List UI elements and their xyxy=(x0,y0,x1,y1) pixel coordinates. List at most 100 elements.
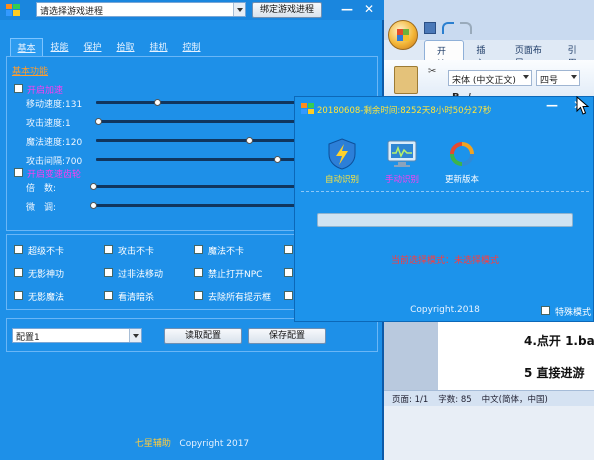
save-icon[interactable] xyxy=(424,22,436,34)
slider-label-magic: 魔法速度:120 xyxy=(26,138,83,148)
special-mode-checkbox[interactable] xyxy=(541,306,550,315)
undo-icon[interactable] xyxy=(442,22,454,34)
option-checkbox[interactable] xyxy=(194,245,203,254)
option-checkbox[interactable] xyxy=(104,268,113,277)
tab-skill[interactable]: 技能 xyxy=(43,38,76,56)
slider-label-interval: 攻击间隔:700 xyxy=(26,157,83,167)
word-tab-layout[interactable]: 页面布局 xyxy=(503,40,556,69)
shield-icon xyxy=(328,138,356,170)
chevron-down-icon[interactable] xyxy=(129,329,141,342)
option-checkbox[interactable] xyxy=(194,291,203,300)
tab-control[interactable]: 控制 xyxy=(175,38,208,56)
font-name-select[interactable]: 宋体 (中文正文) xyxy=(448,70,532,86)
special-mode-label: 特殊模式 xyxy=(555,308,592,318)
option-checkbox[interactable] xyxy=(284,245,293,254)
quick-access-toolbar xyxy=(424,22,472,36)
slider-handle[interactable] xyxy=(95,118,102,125)
enable-gear-checkbox[interactable] xyxy=(14,168,23,177)
auto-detect-button[interactable]: 自动识别 xyxy=(315,137,369,185)
config-select[interactable]: 配置1 xyxy=(12,328,142,343)
enable-speed-label: 开启加速 xyxy=(27,86,64,96)
option-label: 看清暗杀 xyxy=(118,293,155,303)
option-checkbox[interactable] xyxy=(14,268,23,277)
tab-idle[interactable]: 挂机 xyxy=(142,38,175,56)
tab-protect[interactable]: 保护 xyxy=(76,38,109,56)
status-page: 页面: 1/1 xyxy=(392,394,429,405)
app-logo-icon xyxy=(301,103,314,114)
option-checkbox[interactable] xyxy=(104,291,113,300)
slider-handle[interactable] xyxy=(90,202,97,209)
font-name-value: 宋体 (中文正文) xyxy=(452,76,516,86)
dialog-divider xyxy=(301,191,589,192)
option-checkbox[interactable] xyxy=(14,291,23,300)
mouse-cursor-icon xyxy=(576,96,590,115)
move-speed-slider[interactable] xyxy=(96,101,302,104)
slider-handle[interactable] xyxy=(246,137,253,144)
option-checkbox[interactable] xyxy=(14,245,23,254)
enable-speed-checkbox[interactable] xyxy=(14,84,23,93)
option-label: 无影神功 xyxy=(28,270,65,280)
word-tab-insert[interactable]: 插入 xyxy=(464,40,502,69)
redo-icon[interactable] xyxy=(460,22,472,34)
option-checkbox[interactable] xyxy=(284,268,293,277)
chevron-down-icon[interactable] xyxy=(233,3,245,16)
font-size-value: 四号 xyxy=(540,76,559,86)
font-size-select[interactable]: 四号 xyxy=(536,70,580,86)
office-button[interactable] xyxy=(388,20,418,50)
auto-detect-label: 自动识别 xyxy=(324,175,359,185)
word-ribbon-tabs: 开始 插入 页面布局 引用 xyxy=(424,40,594,70)
close-button[interactable]: ✕ xyxy=(362,3,376,15)
magic-speed-slider[interactable] xyxy=(96,139,302,142)
load-config-button[interactable]: 读取配置 xyxy=(164,328,242,344)
office-logo-icon xyxy=(397,29,409,41)
update-version-label: 更新版本 xyxy=(444,175,479,185)
paste-icon[interactable] xyxy=(394,66,418,94)
tab-basic[interactable]: 基本 xyxy=(10,38,43,56)
update-version-button[interactable]: 更新版本 xyxy=(435,137,489,185)
section-title: 基本功能 xyxy=(12,67,49,77)
save-config-button[interactable]: 保存配置 xyxy=(248,328,326,344)
option-checkbox[interactable] xyxy=(104,245,113,254)
slider-label-move: 移动速度:131 xyxy=(26,100,83,110)
footer-brand: 七星辅助 xyxy=(134,439,171,449)
gear-multiplier-slider[interactable] xyxy=(93,185,302,188)
bind-process-button[interactable]: 绑定游戏进程 xyxy=(252,2,322,18)
option-label: 过非法移动 xyxy=(118,270,164,280)
word-bottom-area xyxy=(384,406,594,460)
tab-pickup[interactable]: 拾取 xyxy=(109,38,142,56)
gear-multiplier-label: 倍 数: xyxy=(26,184,57,194)
current-mode-text: 当前选择模式：未选择模式 xyxy=(390,256,499,266)
gear-finetune-label: 微 调: xyxy=(26,203,57,213)
progress-bar xyxy=(317,213,573,227)
manual-detect-label: 手动识别 xyxy=(384,175,419,185)
status-language: 中文(简体，中国) xyxy=(481,394,548,405)
gear-finetune-slider[interactable] xyxy=(93,204,302,207)
app-logo-icon xyxy=(6,4,20,16)
license-dialog: 20180608-剩余时间:8252天8小时50分27秒 — ✕ 自动识别 手动… xyxy=(294,96,594,322)
doc-line-4: 4.点开 1.ba xyxy=(524,334,594,348)
option-label: 禁止打开NPC xyxy=(208,270,263,280)
status-wordcount: 字数: 85 xyxy=(438,394,472,405)
game-process-value: 请选择游戏进程 xyxy=(40,7,104,17)
minimize-button[interactable]: — xyxy=(340,3,354,15)
dialog-minimize-button[interactable]: — xyxy=(545,99,559,111)
refresh-icon xyxy=(450,142,474,166)
slider-handle[interactable] xyxy=(90,183,97,190)
manual-detect-button[interactable]: 手动识别 xyxy=(375,137,429,185)
slider-handle[interactable] xyxy=(154,99,161,106)
option-checkbox[interactable] xyxy=(284,291,293,300)
chevron-down-icon xyxy=(523,75,529,79)
word-tab-home[interactable]: 开始 xyxy=(424,40,465,70)
attack-interval-slider[interactable] xyxy=(96,158,302,161)
option-label: 魔法不卡 xyxy=(208,247,245,257)
game-process-select[interactable]: 请选择游戏进程 xyxy=(36,2,246,17)
slider-handle[interactable] xyxy=(274,156,281,163)
word-statusbar: 页面: 1/1 字数: 85 中文(简体，中国) xyxy=(384,390,594,406)
config-value: 配置1 xyxy=(16,333,40,343)
doc-line-5: 5 直接进游 xyxy=(524,366,585,380)
word-tab-references[interactable]: 引用 xyxy=(556,40,594,69)
option-checkbox[interactable] xyxy=(194,268,203,277)
slider-label-attack: 攻击速度:1 xyxy=(26,119,71,129)
attack-speed-slider[interactable] xyxy=(96,120,302,123)
cut-icon[interactable]: ✂ xyxy=(428,66,436,77)
